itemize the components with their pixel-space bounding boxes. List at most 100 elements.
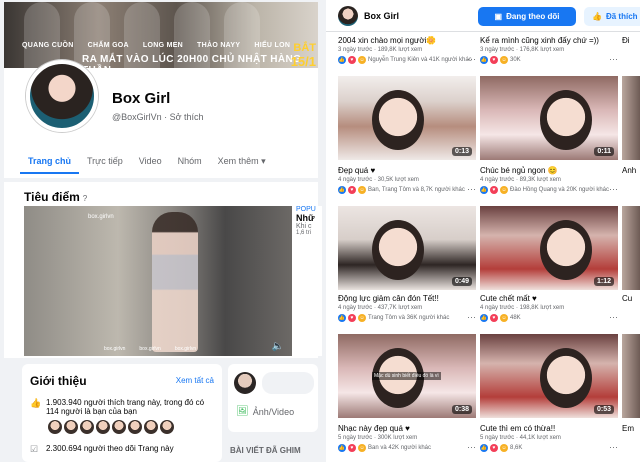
like-reaction-icon: 👍 [480,56,488,64]
video-meta: 4 ngày trước · 437,7K lượt xem [338,305,423,311]
featured-video[interactable]: box.girlvn box.girlvn box.girlvn box.girlv… [24,206,292,356]
reaction-summary[interactable]: 👍 ♥ ☺ 30K [480,56,521,64]
video-title-partial[interactable]: Em [622,424,634,433]
video-title[interactable]: Kể ra mình cũng xinh đấy chứ =)) [480,36,618,45]
video-thumbnail[interactable]: Mặc dù sinh biết điều đó là vì 0:38 [338,334,476,418]
volume-icon[interactable]: 🔈 [272,341,284,352]
love-reaction-icon: ♥ [348,56,356,64]
more-options-icon[interactable]: ··· [609,184,618,194]
like-reaction-icon: 👍 [338,186,346,194]
friend-avatars[interactable] [48,420,174,434]
more-options-icon[interactable]: ··· [467,442,476,452]
thumbs-up-icon: 👍 [592,12,602,21]
featured-title: Tiêu điểm? [24,190,88,204]
video-title-partial[interactable]: Cu [622,294,632,303]
video-thumbnail[interactable]: 0:49 [338,206,476,290]
tab-home[interactable]: Trang chủ [20,154,80,174]
cover-headline: RA MẮT VÀO LÚC 20H00 CHỦ NHẬT HÀNG TUẦN [82,54,302,68]
thumbnail-subject [540,90,592,150]
like-reaction-icon: 👍 [480,314,488,322]
video-duration: 0:38 [451,405,472,414]
video-logos: box.girlvn box.girlvn box.girlvn [104,346,197,352]
see-all-link[interactable]: Xem tất cả [176,376,214,385]
photo-video-button[interactable]: 🖼 Ảnh/Video [236,406,294,417]
videos-panel: 2004 xin chào mọi người🌼 3 ngày trước · 1… [326,0,640,462]
avatar[interactable] [338,6,358,26]
video-title[interactable]: Chúc bé ngủ ngon 😊 [480,166,618,175]
thumbnail-subject [372,220,424,280]
tab-video[interactable]: Video [131,154,170,174]
thumbs-up-icon: 👍 [30,398,42,408]
likes-info: 👍 1.903.940 người thích trang này, trong… [30,398,205,416]
reaction-summary[interactable]: 👍 ♥ ☺ 8,6K [480,444,522,452]
love-reaction-icon: ♥ [490,314,498,322]
pinned-posts-heading: BÀI VIẾT ĐÃ GHIM [230,446,301,455]
more-options-icon[interactable]: ··· [609,442,618,452]
haha-reaction-icon: ☺ [500,56,508,64]
video-title[interactable]: 2004 xin chào mọi người🌼 [338,36,476,45]
cover-cast-names: QUANG CUỒN CHẤM GOA LONG MEN THẢO NAYY HIẾU … [22,42,291,49]
liked-button[interactable]: 👍 Đã thích [584,7,640,26]
love-reaction-icon: ♥ [348,186,356,194]
following-button[interactable]: ▣ Đang theo dõi [478,7,576,26]
video-thumbnail-partial[interactable] [622,76,640,160]
video-meta: 3 ngày trước · 176,8K lượt xem [480,47,565,53]
page-title: Box Girl [112,90,171,107]
reaction-summary[interactable]: 👍 ♥ ☺ Trang Tôm và 36K người khác [338,314,449,322]
more-options-icon[interactable]: ··· [609,54,618,64]
post-input[interactable] [262,372,314,394]
reaction-summary[interactable]: 👍 ♥ ☺ Đào Hồng Quang và 20K người khác [480,186,609,194]
video-thumbnail[interactable]: 0:11 [480,76,618,160]
reaction-count: Đào Hồng Quang và 20K người khác [510,187,610,193]
video-title-partial[interactable]: Anh [622,166,636,175]
video-meta: 5 ngày trước · 300K lượt xem [338,435,418,441]
video-meta: 4 ngày trước · 30,5K lượt xem [338,177,419,183]
page-tabs: Trang chủ Trực tiếp Video Nhóm Xem thêm … [20,154,274,174]
reaction-count: Ban, Trang Tôm và 8,7K người khác [368,187,465,193]
video-duration: 0:53 [593,405,614,414]
reaction-summary[interactable]: 👍 ♥ ☺ Ban, Trang Tôm và 8,7K người khác [338,186,465,194]
video-thumbnail-partial[interactable] [622,334,640,418]
tab-groups[interactable]: Nhóm [170,154,210,174]
more-options-icon[interactable]: ··· [609,312,618,322]
video-duration: 1:12 [593,277,614,286]
reaction-summary[interactable]: 👍 ♥ ☺ Ban và 42K người khác [338,444,431,452]
more-options-icon[interactable]: ··· [467,54,476,64]
like-reaction-icon: 👍 [338,56,346,64]
avatar[interactable] [26,60,98,132]
video-title[interactable]: Đẹp quá ♥ [338,166,476,175]
video-meta: 5 ngày trước · 44,1K lượt xem [480,435,561,441]
haha-reaction-icon: ☺ [358,56,366,64]
video-title[interactable]: Nhạc này đẹp quá ♥ [338,424,476,433]
video-duration: 0:11 [594,147,614,156]
video-thumbnail[interactable]: 1:12 [480,206,618,290]
user-avatar[interactable] [234,372,256,394]
tab-more[interactable]: Xem thêm ▾ [210,154,274,174]
video-thumbnail[interactable]: 0:13 [338,76,476,160]
featured-side-card[interactable]: POPU Nhữ Khi c 1,6 tri [296,206,322,356]
video-watermark: box.girlvn [88,214,114,220]
love-reaction-icon: ♥ [348,314,356,322]
video-title[interactable]: Cute thì em có thừa!! [480,424,618,433]
cover-photo[interactable]: QUANG CUỒN CHẤM GOA LONG MEN THẢO NAYY HIẾU … [4,2,318,68]
video-thumbnail[interactable]: 0:53 [480,334,618,418]
video-duration: 0:13 [451,147,472,156]
tab-live[interactable]: Trực tiếp [79,154,131,174]
video-thumbnail-partial[interactable] [622,206,640,290]
video-meta: 3 ngày trước · 189,8K lượt xem [338,47,423,53]
video-title-partial[interactable]: Đi [622,36,630,45]
page-handle: @BoxGirlVn · Sở thích [112,112,204,122]
followers-info: ☑ 2.300.694 người theo dõi Trang này [30,444,174,454]
haha-reaction-icon: ☺ [358,314,366,322]
page-title[interactable]: Box Girl [364,11,399,21]
love-reaction-icon: ♥ [490,186,498,194]
video-caption-overlay: Mặc dù sinh biết điều đó là vì [372,372,441,380]
video-title[interactable]: Cute chết mất ♥ [480,294,618,303]
haha-reaction-icon: ☺ [358,186,366,194]
reaction-summary[interactable]: 👍 ♥ ☺ 48K [480,314,521,322]
more-options-icon[interactable]: ··· [467,184,476,194]
page-sticky-header: Box Girl ▣ Đang theo dõi 👍 Đã thích [326,0,640,32]
more-options-icon[interactable]: ··· [467,312,476,322]
video-title[interactable]: Động lực giảm cân đón Tết!! [338,294,476,303]
reaction-summary[interactable]: 👍 ♥ ☺ Nguyễn Trung Kiên và 41K người khác [338,56,472,64]
